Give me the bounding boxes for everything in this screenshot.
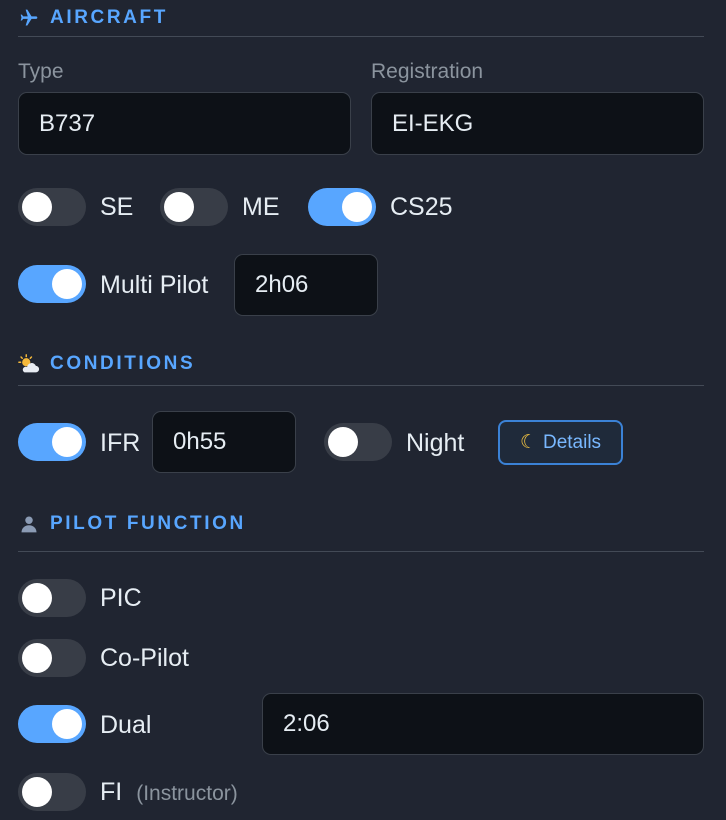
aircraft-section-title: AIRCRAFT [50, 7, 168, 28]
night-toggle[interactable] [324, 423, 392, 461]
ifr-time-input[interactable] [152, 411, 296, 473]
registration-input[interactable] [371, 92, 704, 155]
toggle-knob [22, 643, 52, 673]
toggle-knob [52, 269, 82, 299]
multi-pilot-toggle[interactable] [18, 265, 86, 303]
toggle-knob [22, 583, 52, 613]
copilot-label: Co-Pilot [100, 644, 189, 672]
flight-log-form: AIRCRAFT Type Registration SE ME CS25 Mu… [0, 0, 726, 820]
pic-toggle[interactable] [18, 579, 86, 617]
se-toggle[interactable] [18, 188, 86, 226]
details-button-label: Details [542, 431, 602, 453]
fi-label: FI (Instructor) [100, 778, 238, 808]
pic-label: PIC [100, 584, 142, 612]
me-toggle[interactable] [160, 188, 228, 226]
night-label: Night [406, 429, 465, 457]
type-input[interactable] [18, 92, 351, 155]
airplane-icon [18, 8, 40, 28]
toggle-knob [22, 777, 52, 807]
person-icon [18, 514, 40, 534]
dual-toggle[interactable] [18, 705, 86, 743]
toggle-knob [52, 709, 82, 739]
toggle-knob [328, 427, 358, 457]
type-label: Type [18, 60, 64, 83]
night-details-button[interactable]: ☾ Details [498, 420, 623, 465]
fi-hint: (Instructor) [136, 782, 238, 805]
toggle-knob [22, 192, 52, 222]
toggle-knob [342, 192, 372, 222]
multi-pilot-time-input[interactable] [234, 254, 378, 316]
registration-label: Registration [371, 60, 484, 83]
se-label: SE [100, 193, 134, 221]
ifr-toggle[interactable] [18, 423, 86, 461]
cs25-toggle[interactable] [308, 188, 376, 226]
copilot-toggle[interactable] [18, 639, 86, 677]
multi-pilot-label: Multi Pilot [100, 271, 209, 299]
fi-label-text: FI [100, 778, 123, 806]
dual-label: Dual [100, 711, 152, 739]
fi-toggle[interactable] [18, 773, 86, 811]
me-label: ME [242, 193, 280, 221]
ifr-label: IFR [100, 429, 141, 457]
aircraft-section-header: AIRCRAFT [18, 8, 704, 37]
conditions-section-header: CONDITIONS [18, 354, 704, 386]
toggle-knob [164, 192, 194, 222]
pilot-function-section-title: PILOT FUNCTION [50, 513, 246, 534]
moon-icon: ☾ [519, 432, 537, 453]
toggle-knob [52, 427, 82, 457]
conditions-section-title: CONDITIONS [50, 353, 196, 374]
cs25-label: CS25 [390, 193, 453, 221]
sun-behind-cloud-icon [18, 354, 40, 376]
pilot-function-section-header: PILOT FUNCTION [18, 514, 704, 552]
dual-time-input[interactable] [262, 693, 704, 755]
